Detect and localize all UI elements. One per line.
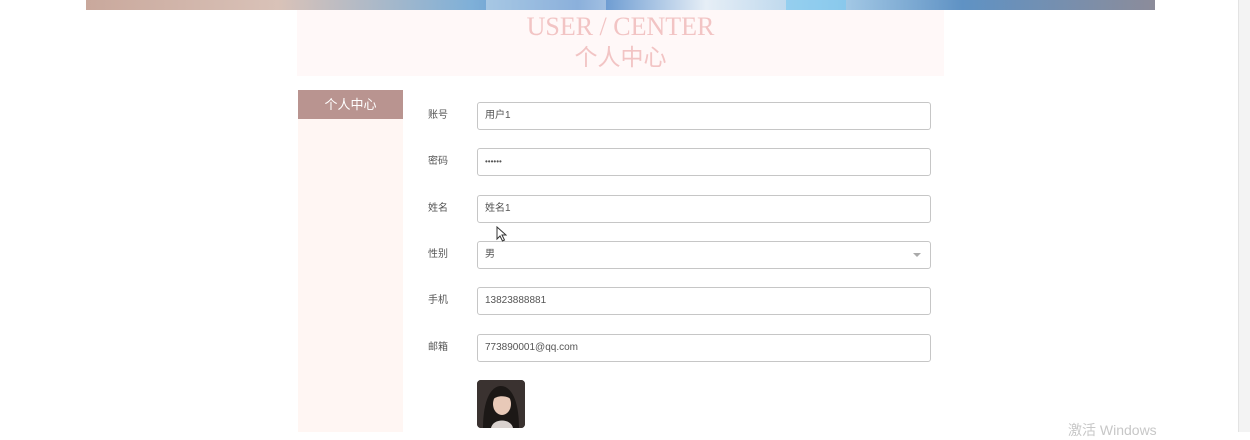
scrollbar[interactable] [1238, 0, 1250, 432]
form-row-gender: 性别 男 [428, 241, 932, 269]
avatar[interactable] [477, 380, 525, 428]
email-label: 邮箱 [428, 342, 448, 353]
form-row-email: 邮箱 773890001@qq.com [428, 334, 932, 362]
header-banner-image [86, 0, 1155, 10]
account-label: 账号 [428, 110, 448, 121]
form-row-password: 密码 •••••• [428, 148, 932, 176]
windows-activation-watermark: 激活 Windows [1068, 422, 1157, 438]
page-title-cn: 个人中心 [574, 45, 667, 70]
password-input[interactable]: •••••• [477, 148, 931, 176]
form-row-name: 姓名 姓名1 [428, 195, 932, 223]
chevron-down-icon [913, 253, 921, 257]
phone-label: 手机 [428, 295, 448, 306]
form-row-phone: 手机 13823888881 [428, 287, 932, 315]
email-input[interactable]: 773890001@qq.com [477, 334, 931, 362]
mouse-cursor-icon [496, 226, 507, 242]
sidebar-item-user-center[interactable]: 个人中心 [298, 90, 403, 119]
gender-label: 性别 [428, 249, 448, 260]
sidebar: 个人中心 [298, 90, 403, 432]
password-label: 密码 [428, 156, 448, 167]
gender-select[interactable]: 男 [477, 241, 931, 269]
phone-input[interactable]: 13823888881 [477, 287, 931, 315]
page-title-en: USER / CENTER [526, 12, 715, 41]
name-label: 姓名 [428, 203, 448, 214]
sidebar-item-label: 个人中心 [324, 97, 377, 112]
page-title-block: USER / CENTER 个人中心 [297, 10, 944, 76]
account-input[interactable]: 用户1 [477, 102, 931, 130]
name-input[interactable]: 姓名1 [477, 195, 931, 223]
form-row-account: 账号 用户1 [428, 102, 932, 130]
gender-select-value: 男 [485, 249, 495, 260]
